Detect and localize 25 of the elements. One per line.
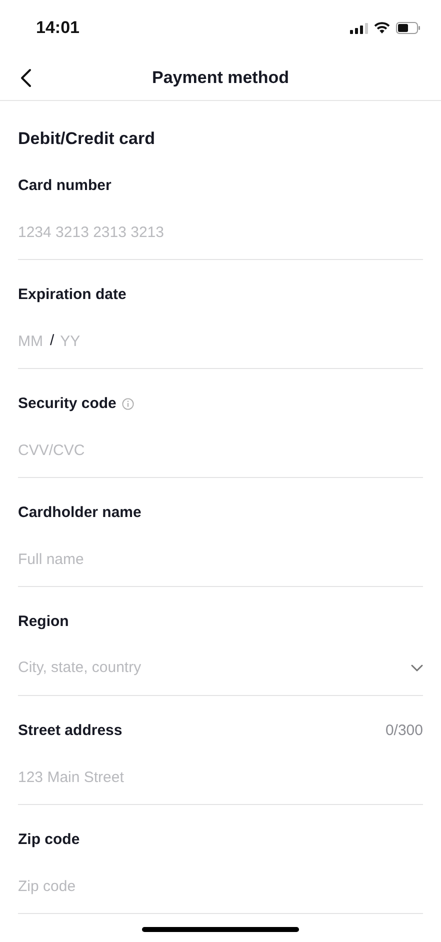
- wifi-icon: [374, 22, 390, 34]
- region-dropdown[interactable]: City, state, country: [18, 656, 423, 680]
- battery-icon: [396, 22, 421, 34]
- field-label: Expiration date: [18, 284, 126, 305]
- field-label: Card number: [18, 176, 112, 196]
- month-field[interactable]: MM: [18, 329, 48, 353]
- year-field[interactable]: YY: [60, 329, 90, 353]
- input-field[interactable]: Zip code: [18, 874, 423, 898]
- input-field[interactable]: CVV/CVC: [18, 438, 423, 462]
- signal-icon: [350, 22, 368, 34]
- field-label: Security code: [18, 394, 116, 414]
- input-field[interactable]: Full name: [18, 547, 423, 571]
- section-title: Debit/Credit card: [18, 128, 156, 150]
- input-field[interactable]: 1234 3213 2313 3213: [18, 220, 423, 244]
- field-label: Zip code: [18, 830, 80, 850]
- chevron-down-icon: [411, 664, 423, 672]
- status-time: 14:01: [36, 17, 80, 40]
- field-label: Street address: [18, 720, 122, 741]
- field-label: Cardholder name: [18, 502, 142, 523]
- character-counter: 0/300: [385, 720, 423, 741]
- page-title: Payment method: [152, 67, 289, 90]
- date-separator: /: [50, 330, 54, 351]
- back-icon: [20, 68, 32, 88]
- field-label: Region: [18, 612, 69, 632]
- input-field[interactable]: 123 Main Street: [18, 765, 423, 789]
